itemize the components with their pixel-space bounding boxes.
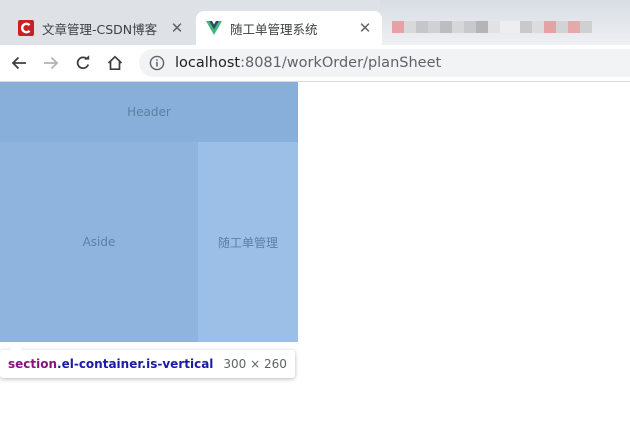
header-label: Header	[127, 105, 171, 119]
browser-toolbar: localhost:8081/workOrder/planSheet	[0, 45, 630, 82]
inspect-tooltip: section .el-container.is-vertical 300 × 2…	[0, 344, 295, 378]
tab-title: 随工单管理系统	[230, 21, 318, 37]
el-container: Header Aside 随工单管理	[0, 82, 298, 342]
tab-work-order[interactable]: 随工单管理系统 ✕	[196, 11, 382, 45]
forward-button[interactable]	[35, 47, 67, 79]
arrow-right-icon	[44, 56, 59, 70]
tab-title: 文章管理-CSDN博客	[42, 21, 158, 37]
close-tab-icon[interactable]: ✕	[166, 19, 188, 37]
tooltip-tag: section	[8, 357, 58, 371]
page-main: 随工单管理	[198, 142, 298, 342]
home-icon	[107, 55, 123, 71]
arrow-left-icon	[11, 56, 26, 70]
back-button[interactable]	[3, 47, 35, 79]
info-icon[interactable]	[149, 55, 165, 71]
reload-icon	[76, 55, 90, 70]
page-header: Header	[0, 82, 298, 142]
reload-button[interactable]	[67, 47, 99, 79]
browser-tab-strip: 文章管理-CSDN博客 ✕ 随工单管理系统 ✕	[0, 0, 630, 45]
aside-label: Aside	[82, 235, 116, 249]
close-tab-icon[interactable]: ✕	[354, 19, 376, 37]
tooltip-size: 300 × 260	[223, 357, 287, 371]
main-label: 随工单管理	[217, 235, 278, 250]
address-bar[interactable]: localhost:8081/workOrder/planSheet	[139, 49, 630, 77]
vue-icon	[206, 20, 222, 36]
page-aside: Aside	[0, 142, 198, 342]
tab-csdn[interactable]: 文章管理-CSDN博客 ✕	[8, 11, 194, 45]
url-host: localhost	[175, 55, 241, 71]
csdn-icon	[18, 20, 34, 36]
blurred-tab[interactable]	[392, 16, 592, 38]
tooltip-caret	[10, 344, 22, 350]
tooltip-classes: .el-container.is-vertical	[57, 357, 214, 371]
url-path: :8081/workOrder/planSheet	[240, 55, 442, 71]
home-button[interactable]	[99, 47, 131, 79]
